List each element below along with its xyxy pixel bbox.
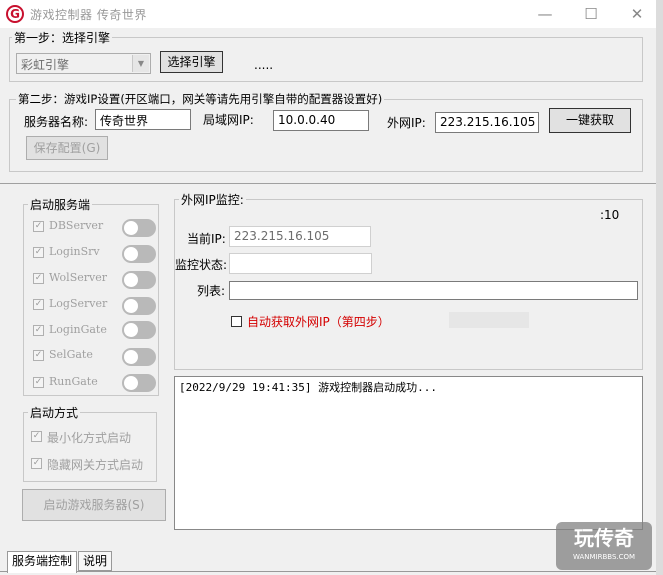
lan-ip-input[interactable]: 10.0.0.40 [273,110,369,131]
chevron-down-icon: ▼ [132,55,149,72]
auto-fetch-label: 自动获取外网IP（第四步） [247,315,390,329]
tab-server-control[interactable]: 服务端控制 [7,551,78,573]
start-mode-legend: 启动方式 [28,404,81,421]
tab-baseline [0,571,656,572]
tab-help[interactable]: 说明 [78,551,113,571]
save-config-button[interactable]: 保存配置(G) [26,136,108,160]
window-edge [656,0,663,575]
service-label: LogServer [49,297,108,310]
auto-fetch-checkbox[interactable] [231,316,242,327]
lan-ip-label: 局域网IP: [203,113,254,127]
service-label: SelGate [49,348,93,361]
log-line: [2022/9/29 19:41:35] 游戏控制器启动成功... [179,381,437,394]
status-label: 监控状态: [175,258,228,272]
section-divider [0,183,656,184]
service-toggle[interactable] [122,271,156,289]
service-toggle[interactable] [122,374,156,392]
service-toggle[interactable] [122,321,156,339]
log-textarea[interactable]: [2022/9/29 19:41:35] 游戏控制器启动成功... [174,376,643,530]
service-label: LoginGate [49,323,107,336]
server-name-label: 服务器名称: [24,115,89,129]
app-logo-icon: G [6,5,24,23]
monitor-counter: :10 [600,208,620,222]
select-engine-button[interactable]: 选择引擎 [160,51,223,73]
server-name-input[interactable]: 传奇世界 [95,109,191,130]
service-label: RunGate [49,375,98,388]
engine-select[interactable]: 彩虹引擎 ▼ [16,53,151,74]
title-bar: G 游戏控制器 传奇世界 — ☐ ✕ [0,0,663,28]
service-checkbox[interactable]: ✓ [33,377,44,388]
monitor-legend: 外网IP监控: [179,191,246,208]
hide-gate-label: 隐藏网关方式启动 [47,458,144,472]
service-checkbox[interactable]: ✓ [33,325,44,336]
current-ip-field[interactable]: 223.215.16.105 [229,226,371,247]
service-toggle[interactable] [122,245,156,263]
wan-ip-label: 外网IP: [387,116,426,130]
status-field [229,253,372,274]
service-label: LoginSrv [49,245,100,258]
start-server-button[interactable]: 启动游戏服务器(S) [22,489,166,521]
services-legend: 启动服务端 [28,196,93,213]
wan-ip-input[interactable]: 223.215.16.105 [435,112,539,133]
close-icon[interactable]: ✕ [624,3,650,25]
service-label: WolServer [49,271,107,284]
service-checkbox[interactable]: ✓ [33,221,44,232]
minimized-checkbox[interactable]: ✓ [31,431,42,442]
minimize-icon[interactable]: — [532,3,558,25]
service-checkbox[interactable]: ✓ [33,273,44,284]
watermark-logo: 玩传奇 WANMIRBBS.COM [556,522,652,570]
service-checkbox[interactable]: ✓ [33,350,44,361]
list-label: 列表: [197,284,226,298]
service-label: DBServer [49,219,104,232]
list-field[interactable] [229,281,638,300]
service-toggle[interactable] [122,348,156,366]
redacted-area [449,312,529,328]
maximize-icon[interactable]: ☐ [578,3,604,25]
service-toggle[interactable] [122,219,156,237]
minimized-label: 最小化方式启动 [47,431,132,445]
service-checkbox[interactable]: ✓ [33,247,44,258]
watermark-text: 玩传奇 [574,526,634,550]
hide-gate-checkbox[interactable]: ✓ [31,458,42,469]
step2-legend: 第二步：游戏IP设置(开区端口，网关等请先用引擎自带的配置器设置好) [16,91,385,107]
window-title: 游戏控制器 传奇世界 [30,8,147,22]
engine-status-dots: ..... [254,58,274,72]
current-ip-label: 当前IP: [187,232,226,246]
fetch-ip-button[interactable]: 一键获取 [549,108,631,133]
service-checkbox[interactable]: ✓ [33,299,44,310]
step1-legend: 第一步：选择引擎 [12,29,113,46]
engine-select-value: 彩虹引擎 [21,58,70,72]
watermark-url: WANMIRBBS.COM [572,553,636,561]
service-toggle[interactable] [122,297,156,315]
